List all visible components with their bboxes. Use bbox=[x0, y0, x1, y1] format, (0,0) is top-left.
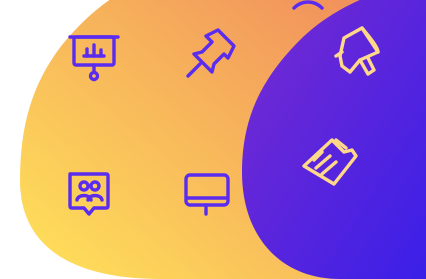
illustration bbox=[0, 0, 426, 279]
icon-illustration bbox=[20, 0, 426, 279]
